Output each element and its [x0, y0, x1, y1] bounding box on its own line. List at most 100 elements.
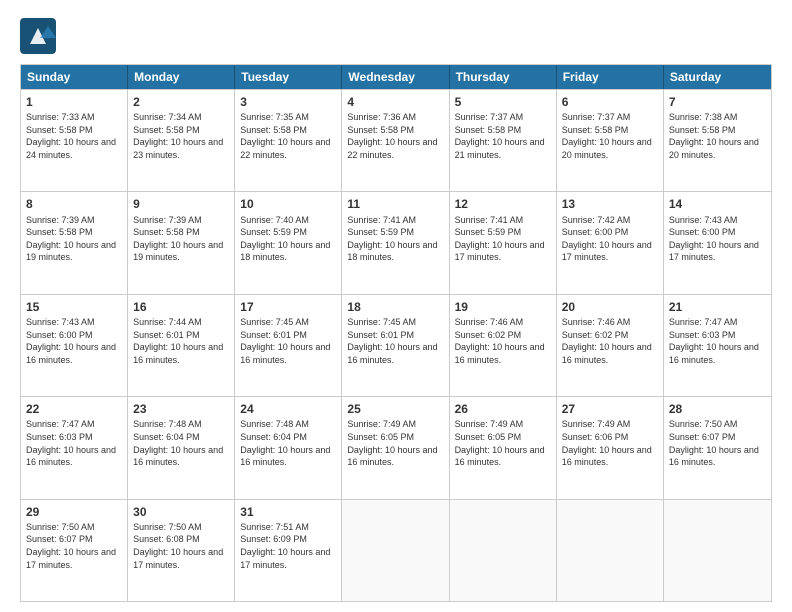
- calendar: SundayMondayTuesdayWednesdayThursdayFrid…: [20, 64, 772, 602]
- sun-info: Sunrise: 7:33 AM Sunset: 5:58 PM Dayligh…: [26, 111, 122, 161]
- day-number: 14: [669, 196, 766, 212]
- sun-info: Sunrise: 7:36 AM Sunset: 5:58 PM Dayligh…: [347, 111, 443, 161]
- sun-info: Sunrise: 7:49 AM Sunset: 6:05 PM Dayligh…: [347, 418, 443, 468]
- sun-info: Sunrise: 7:40 AM Sunset: 5:59 PM Dayligh…: [240, 214, 336, 264]
- day-number: 26: [455, 401, 551, 417]
- header-day-tuesday: Tuesday: [235, 65, 342, 89]
- calendar-cell: 30Sunrise: 7:50 AM Sunset: 6:08 PM Dayli…: [128, 500, 235, 601]
- day-number: 4: [347, 94, 443, 110]
- day-number: 23: [133, 401, 229, 417]
- calendar-cell: 16Sunrise: 7:44 AM Sunset: 6:01 PM Dayli…: [128, 295, 235, 396]
- calendar-row-3: 22Sunrise: 7:47 AM Sunset: 6:03 PM Dayli…: [21, 396, 771, 498]
- calendar-cell: 20Sunrise: 7:46 AM Sunset: 6:02 PM Dayli…: [557, 295, 664, 396]
- sun-info: Sunrise: 7:43 AM Sunset: 6:00 PM Dayligh…: [669, 214, 766, 264]
- calendar-cell: 2Sunrise: 7:34 AM Sunset: 5:58 PM Daylig…: [128, 90, 235, 191]
- sun-info: Sunrise: 7:49 AM Sunset: 6:06 PM Dayligh…: [562, 418, 658, 468]
- sun-info: Sunrise: 7:48 AM Sunset: 6:04 PM Dayligh…: [133, 418, 229, 468]
- sun-info: Sunrise: 7:48 AM Sunset: 6:04 PM Dayligh…: [240, 418, 336, 468]
- day-number: 19: [455, 299, 551, 315]
- calendar-row-2: 15Sunrise: 7:43 AM Sunset: 6:00 PM Dayli…: [21, 294, 771, 396]
- header-day-friday: Friday: [557, 65, 664, 89]
- sun-info: Sunrise: 7:46 AM Sunset: 6:02 PM Dayligh…: [562, 316, 658, 366]
- calendar-cell: 28Sunrise: 7:50 AM Sunset: 6:07 PM Dayli…: [664, 397, 771, 498]
- day-number: 1: [26, 94, 122, 110]
- calendar-cell: 7Sunrise: 7:38 AM Sunset: 5:58 PM Daylig…: [664, 90, 771, 191]
- calendar-cell: 3Sunrise: 7:35 AM Sunset: 5:58 PM Daylig…: [235, 90, 342, 191]
- calendar-cell: 19Sunrise: 7:46 AM Sunset: 6:02 PM Dayli…: [450, 295, 557, 396]
- calendar-cell: 26Sunrise: 7:49 AM Sunset: 6:05 PM Dayli…: [450, 397, 557, 498]
- sun-info: Sunrise: 7:34 AM Sunset: 5:58 PM Dayligh…: [133, 111, 229, 161]
- header-day-wednesday: Wednesday: [342, 65, 449, 89]
- header-day-sunday: Sunday: [21, 65, 128, 89]
- calendar-cell: 5Sunrise: 7:37 AM Sunset: 5:58 PM Daylig…: [450, 90, 557, 191]
- header-day-monday: Monday: [128, 65, 235, 89]
- calendar-cell: 29Sunrise: 7:50 AM Sunset: 6:07 PM Dayli…: [21, 500, 128, 601]
- calendar-cell: 23Sunrise: 7:48 AM Sunset: 6:04 PM Dayli…: [128, 397, 235, 498]
- sun-info: Sunrise: 7:39 AM Sunset: 5:58 PM Dayligh…: [133, 214, 229, 264]
- day-number: 18: [347, 299, 443, 315]
- day-number: 11: [347, 196, 443, 212]
- day-number: 5: [455, 94, 551, 110]
- day-number: 29: [26, 504, 122, 520]
- sun-info: Sunrise: 7:51 AM Sunset: 6:09 PM Dayligh…: [240, 521, 336, 571]
- calendar-cell: [450, 500, 557, 601]
- logo: [20, 18, 60, 54]
- day-number: 7: [669, 94, 766, 110]
- header-day-thursday: Thursday: [450, 65, 557, 89]
- calendar-header: SundayMondayTuesdayWednesdayThursdayFrid…: [21, 65, 771, 89]
- sun-info: Sunrise: 7:41 AM Sunset: 5:59 PM Dayligh…: [347, 214, 443, 264]
- day-number: 24: [240, 401, 336, 417]
- calendar-cell: 4Sunrise: 7:36 AM Sunset: 5:58 PM Daylig…: [342, 90, 449, 191]
- sun-info: Sunrise: 7:46 AM Sunset: 6:02 PM Dayligh…: [455, 316, 551, 366]
- day-number: 2: [133, 94, 229, 110]
- day-number: 12: [455, 196, 551, 212]
- sun-info: Sunrise: 7:49 AM Sunset: 6:05 PM Dayligh…: [455, 418, 551, 468]
- calendar-cell: 24Sunrise: 7:48 AM Sunset: 6:04 PM Dayli…: [235, 397, 342, 498]
- page: SundayMondayTuesdayWednesdayThursdayFrid…: [0, 0, 792, 612]
- calendar-cell: 14 Sunrise: 7:43 AM Sunset: 6:00 PM Dayli…: [664, 192, 771, 293]
- day-number: 8: [26, 196, 122, 212]
- day-number: 28: [669, 401, 766, 417]
- sun-info: Sunrise: 7:37 AM Sunset: 5:58 PM Dayligh…: [562, 111, 658, 161]
- calendar-cell: 1Sunrise: 7:33 AM Sunset: 5:58 PM Daylig…: [21, 90, 128, 191]
- sun-info: Sunrise: 7:42 AM Sunset: 6:00 PM Dayligh…: [562, 214, 658, 264]
- calendar-cell: 25Sunrise: 7:49 AM Sunset: 6:05 PM Dayli…: [342, 397, 449, 498]
- calendar-cell: [557, 500, 664, 601]
- day-number: 3: [240, 94, 336, 110]
- sun-info: Sunrise: 7:39 AM Sunset: 5:58 PM Dayligh…: [26, 214, 122, 264]
- calendar-cell: 17Sunrise: 7:45 AM Sunset: 6:01 PM Dayli…: [235, 295, 342, 396]
- day-number: 31: [240, 504, 336, 520]
- day-number: 20: [562, 299, 658, 315]
- calendar-cell: 22Sunrise: 7:47 AM Sunset: 6:03 PM Dayli…: [21, 397, 128, 498]
- day-number: 10: [240, 196, 336, 212]
- calendar-cell: 6Sunrise: 7:37 AM Sunset: 5:58 PM Daylig…: [557, 90, 664, 191]
- sun-info: Sunrise: 7:45 AM Sunset: 6:01 PM Dayligh…: [347, 316, 443, 366]
- calendar-cell: 31Sunrise: 7:51 AM Sunset: 6:09 PM Dayli…: [235, 500, 342, 601]
- calendar-cell: 10 Sunrise: 7:40 AM Sunset: 5:59 PM Dayli…: [235, 192, 342, 293]
- header-day-saturday: Saturday: [664, 65, 771, 89]
- sun-info: Sunrise: 7:35 AM Sunset: 5:58 PM Dayligh…: [240, 111, 336, 161]
- day-number: 21: [669, 299, 766, 315]
- calendar-cell: 8 Sunrise: 7:39 AM Sunset: 5:58 PM Daylig…: [21, 192, 128, 293]
- day-number: 30: [133, 504, 229, 520]
- day-number: 16: [133, 299, 229, 315]
- calendar-cell: 12 Sunrise: 7:41 AM Sunset: 5:59 PM Dayli…: [450, 192, 557, 293]
- day-number: 15: [26, 299, 122, 315]
- day-number: 25: [347, 401, 443, 417]
- calendar-cell: 11 Sunrise: 7:41 AM Sunset: 5:59 PM Dayli…: [342, 192, 449, 293]
- day-number: 13: [562, 196, 658, 212]
- calendar-cell: 18Sunrise: 7:45 AM Sunset: 6:01 PM Dayli…: [342, 295, 449, 396]
- calendar-cell: 15Sunrise: 7:43 AM Sunset: 6:00 PM Dayli…: [21, 295, 128, 396]
- sun-info: Sunrise: 7:41 AM Sunset: 5:59 PM Dayligh…: [455, 214, 551, 264]
- calendar-body: 1Sunrise: 7:33 AM Sunset: 5:58 PM Daylig…: [21, 89, 771, 601]
- calendar-row-0: 1Sunrise: 7:33 AM Sunset: 5:58 PM Daylig…: [21, 89, 771, 191]
- calendar-cell: [342, 500, 449, 601]
- day-number: 27: [562, 401, 658, 417]
- calendar-cell: 21Sunrise: 7:47 AM Sunset: 6:03 PM Dayli…: [664, 295, 771, 396]
- calendar-cell: [664, 500, 771, 601]
- calendar-cell: 27Sunrise: 7:49 AM Sunset: 6:06 PM Dayli…: [557, 397, 664, 498]
- calendar-row-4: 29Sunrise: 7:50 AM Sunset: 6:07 PM Dayli…: [21, 499, 771, 601]
- calendar-cell: 9Sunrise: 7:39 AM Sunset: 5:58 PM Daylig…: [128, 192, 235, 293]
- sun-info: Sunrise: 7:44 AM Sunset: 6:01 PM Dayligh…: [133, 316, 229, 366]
- day-number: 22: [26, 401, 122, 417]
